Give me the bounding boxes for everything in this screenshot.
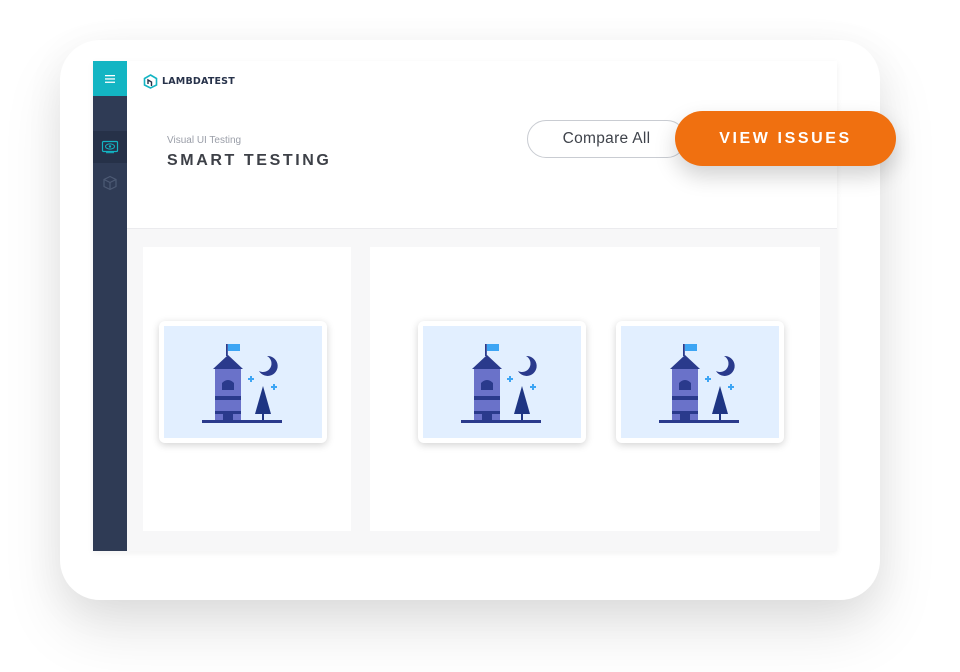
logo-text-suffix: TEST	[207, 76, 235, 87]
page-title: SMART TESTING	[167, 152, 332, 169]
baseline-screenshot-thumbnail[interactable]	[159, 321, 327, 443]
comparison-panel	[370, 247, 820, 531]
sidebar	[93, 61, 127, 551]
view-issues-button[interactable]: VIEW ISSUES	[675, 111, 896, 166]
sidebar-item-visual-testing[interactable]	[93, 131, 127, 163]
menu-icon	[105, 74, 115, 83]
menu-button[interactable]	[93, 61, 127, 96]
thumbnail-canvas	[164, 326, 322, 438]
box-icon	[103, 175, 117, 191]
castle-night-illustration	[659, 344, 739, 423]
comparison-screenshot-thumbnail-2[interactable]	[616, 321, 784, 443]
baseline-panel	[143, 247, 351, 531]
sidebar-item-box[interactable]	[93, 167, 127, 199]
castle-night-illustration	[461, 344, 541, 423]
compare-all-button[interactable]: Compare All	[527, 120, 686, 158]
eye-monitor-icon	[101, 140, 119, 154]
lambdatest-logo[interactable]: LAMBDATEST	[143, 74, 235, 89]
castle-night-illustration	[202, 344, 282, 423]
logo-text-prefix: LAMBDA	[162, 76, 208, 87]
comparison-screenshot-thumbnail-1[interactable]	[418, 321, 586, 443]
lambdatest-logo-icon	[143, 74, 158, 89]
thumbnail-canvas	[621, 326, 779, 438]
page-subtitle: Visual UI Testing	[167, 135, 242, 146]
thumbnail-canvas	[423, 326, 581, 438]
